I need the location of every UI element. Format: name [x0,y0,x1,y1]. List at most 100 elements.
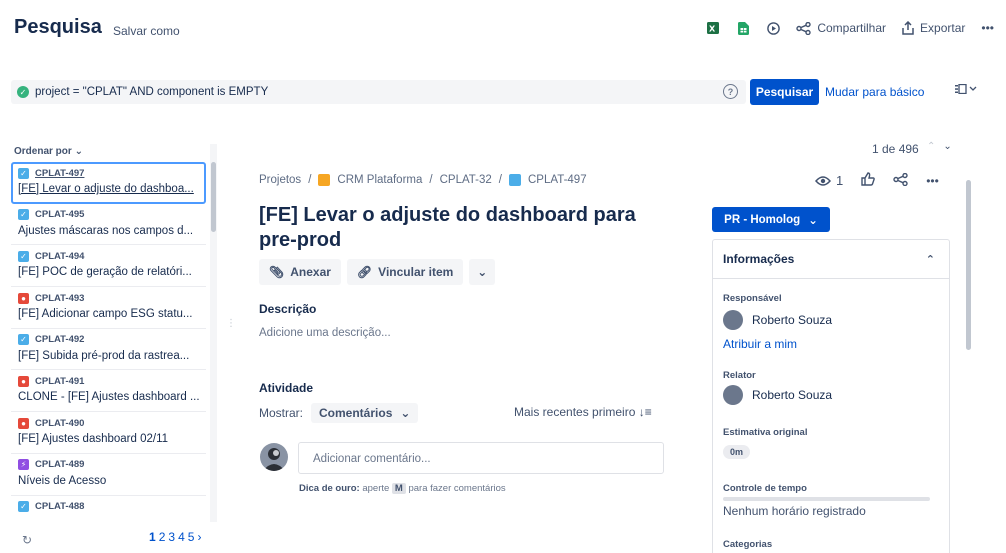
next-page-icon[interactable]: › [197,530,201,544]
details-scrollbar[interactable] [964,170,973,550]
activity-filter: Mostrar: Comentários ⌄ [259,403,419,423]
sort-order-button[interactable]: Mais recentes primeiro ↓≡ [514,405,652,419]
watch-button[interactable]: 1 [815,173,843,188]
breadcrumb-project[interactable]: CRM Plataforma [337,174,422,186]
more-actions-button[interactable]: ••• [981,21,994,35]
list-item[interactable]: ✓ CPLAT-497 [FE] Levar o adjuste do dashbo… [11,162,206,204]
scrollbar-thumb[interactable] [966,180,971,350]
issue-key[interactable]: CPLAT-490 [35,418,84,429]
page-number[interactable]: 1 [149,530,156,544]
search-button[interactable]: Pesquisar [750,79,819,105]
issue-summary: [FE] POC de geração de relatóri... [18,266,192,279]
page-number[interactable]: 3 [168,530,175,544]
issue-key[interactable]: CPLAT-489 [35,459,84,470]
save-as-button[interactable]: Salvar como [113,24,180,38]
list-item[interactable]: ✓CPLAT-488[Etapa 4] Design de alta fidel… [11,496,206,515]
details-title: Informações [723,252,795,266]
task-icon: ✓ [18,167,29,179]
issue-key[interactable]: CPLAT-494 [35,251,84,262]
comment-input[interactable]: Adicionar comentário... [298,442,664,474]
list-item[interactable]: ● CPLAT-491 CLONE - [FE] Ajustes dashboard… [11,370,206,413]
issue-toolbar: 1 ••• [815,172,939,189]
status-label: PR - Homolog [724,213,801,226]
chevron-down-icon[interactable]: ⌄ [943,141,951,152]
list-item[interactable]: ✓ CPLAT-495 Ajustes máscaras nos campos d.… [11,204,206,246]
eye-icon [815,175,831,186]
estimate-label: Estimativa original [723,427,808,438]
page-number[interactable]: 2 [159,530,166,544]
order-by-button[interactable]: Ordenar por ⌄ [14,146,83,157]
header-actions: X Compartilhar Exportar ••• [706,20,994,36]
page-header: Pesquisa Salvar como X Compartilhar Expo… [0,0,1006,60]
jql-query-text: project = "CPLAT" AND component is EMPTY [35,86,269,98]
scrollbar-thumb[interactable] [211,162,216,232]
page-number[interactable]: 5 [188,530,195,544]
description-field[interactable]: Adicione uma descrição... [259,327,391,339]
breadcrumb-parent[interactable]: CPLAT-32 [440,174,492,186]
list-item[interactable]: ● CPLAT-493 [FE] Adicionar campo ESG statu… [11,287,206,329]
valid-check-icon: ✓ [17,86,29,98]
issue-actions: 📎︎ Anexar 🔗︎ Vincular item ⌄ [259,259,496,285]
list-scrollbar[interactable] [210,144,217,522]
assign-to-me-link[interactable]: Atribuir a mim [723,337,797,351]
breadcrumb-issue[interactable]: CPLAT-497 [528,174,587,186]
breadcrumb-separator: / [498,174,502,186]
issue-key[interactable]: CPLAT-497 [35,168,84,179]
assignee-field[interactable]: Roberto Souza [723,310,832,330]
more-actions-dropdown[interactable]: ⌄ [469,259,496,285]
switch-basic-link[interactable]: Mudar para básico [825,85,924,99]
share-icon[interactable] [893,172,908,189]
share-label: Compartilhar [817,21,887,35]
issue-key-row: ● CPLAT-491 [18,374,200,388]
activity-type-select[interactable]: Comentários ⌄ [311,403,419,423]
issue-key[interactable]: CPLAT-495 [35,209,84,220]
issue-key[interactable]: CPLAT-488 [35,501,84,512]
more-icon[interactable]: ••• [926,174,939,188]
issue-key[interactable]: CPLAT-492 [35,334,84,345]
time-tracking-bar[interactable] [723,497,930,501]
excel-icon[interactable]: X [706,20,720,36]
breadcrumb-projects[interactable]: Projetos [259,174,301,186]
avatar [723,310,743,330]
link-item-button[interactable]: 🔗︎ Vincular item [346,259,464,285]
list-item[interactable]: ● CPLAT-490 [FE] Ajustes dashboard 02/11 [11,412,206,454]
sheets-icon[interactable] [736,20,750,36]
activity-type-value: Comentários [319,406,393,420]
issue-key[interactable]: CPLAT-491 [35,376,84,387]
svg-text:X: X [709,25,716,34]
breadcrumb-separator: / [429,174,433,186]
page-number[interactable]: 4 [178,530,185,544]
chevron-up-icon[interactable]: ⌃ [927,141,935,152]
list-view-icon [955,83,977,95]
assignee-name: Roberto Souza [752,313,833,327]
link-icon: 🔗︎ [356,265,373,279]
list-item[interactable]: ✓ CPLAT-494 [FE] POC de geração de relatór… [11,245,206,288]
issue-summary: [FE] Ajustes dashboard 02/11 [18,433,169,446]
estimate-value[interactable]: 0m [723,445,751,459]
like-icon[interactable] [861,172,876,189]
attach-button[interactable]: 📎︎ Anexar [259,259,341,285]
tip-press: aperte [362,483,390,494]
attach-label: Anexar [290,265,331,279]
play-icon[interactable] [766,20,780,36]
share-button[interactable]: Compartilhar [796,21,886,35]
details-header[interactable]: Informações ⌃ [713,240,949,279]
status-button[interactable]: PR - Homolog ⌄ [712,207,830,232]
export-button[interactable]: Exportar [902,21,965,35]
issue-key-row: ✓ CPLAT-494 [18,249,200,263]
reporter-field[interactable]: Roberto Souza [723,385,832,405]
issue-title[interactable]: [FE] Levar o adjuste do dashboard para p… [259,203,679,253]
help-icon[interactable]: ? [723,84,738,99]
issue-key[interactable]: CPLAT-493 [35,293,84,304]
resize-handle[interactable]: ⋮ [226,318,236,329]
issue-navigation: ⌃ ⌄ [927,141,952,152]
issue-list: ✓ CPLAT-497 [FE] Levar o adjuste do dashbo… [11,162,206,514]
chevron-down-icon: ⌄ [400,406,411,420]
breadcrumb: Projetos / CRM Plataforma / CPLAT-32 / CPLA… [259,174,587,186]
view-toggle[interactable] [955,83,977,97]
list-item[interactable]: ✓ CPLAT-492 [FE] Subida pré-prod da rastre… [11,329,206,371]
issue-summary: [FE] Levar o adjuste do dashboa... [18,183,194,195]
list-item[interactable]: ⚡ CPLAT-489 Níveis de Acesso [11,454,206,496]
refresh-icon[interactable]: ↻ [22,533,32,547]
jql-input[interactable]: ✓ project = "CPLAT" AND component is EMP… [11,80,746,104]
